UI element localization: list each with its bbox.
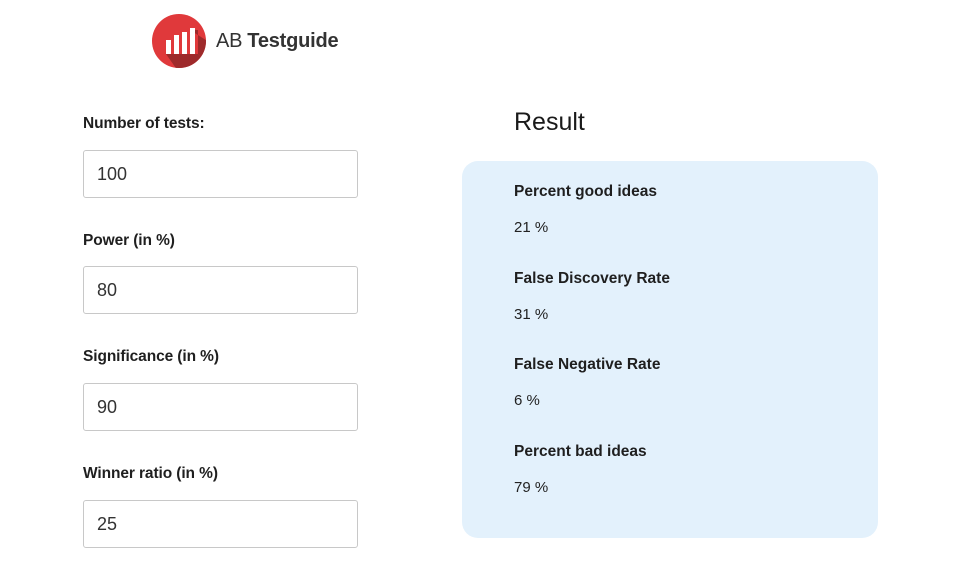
number-of-tests-input[interactable] <box>83 150 358 198</box>
false-negative-rate-value: 6 % <box>514 392 540 409</box>
result-panel: Percent good ideas 21 % False Discovery … <box>462 161 878 538</box>
page: ABTestguide Number of tests: Power (in %… <box>0 0 970 570</box>
brand-logo[interactable]: AB Testguide <box>152 14 339 68</box>
result-title: Result <box>514 108 585 136</box>
winner-ratio-label: Winner ratio (in %) <box>83 465 218 482</box>
percent-good-ideas-label: Percent good ideas <box>514 183 657 200</box>
power-input[interactable] <box>83 266 358 314</box>
bar-chart-circle-icon <box>152 14 206 68</box>
brand-name-main: Testguide <box>247 29 339 52</box>
significance-input[interactable] <box>83 383 358 431</box>
significance-label: Significance (in %) <box>83 348 219 365</box>
false-discovery-rate-value: 31 % <box>514 306 549 323</box>
brand-name: AB Testguide <box>216 29 339 53</box>
false-negative-rate-label: False Negative Rate <box>514 356 661 373</box>
percent-bad-ideas-label: Percent bad ideas <box>514 443 647 460</box>
number-of-tests-label: Number of tests: <box>83 115 205 132</box>
percent-bad-ideas-value: 79 % <box>514 479 549 496</box>
brand-name-prefix: AB <box>216 29 243 52</box>
winner-ratio-input[interactable] <box>83 500 358 548</box>
power-label: Power (in %) <box>83 232 175 249</box>
percent-good-ideas-value: 21 % <box>514 219 549 236</box>
false-discovery-rate-label: False Discovery Rate <box>514 270 670 287</box>
